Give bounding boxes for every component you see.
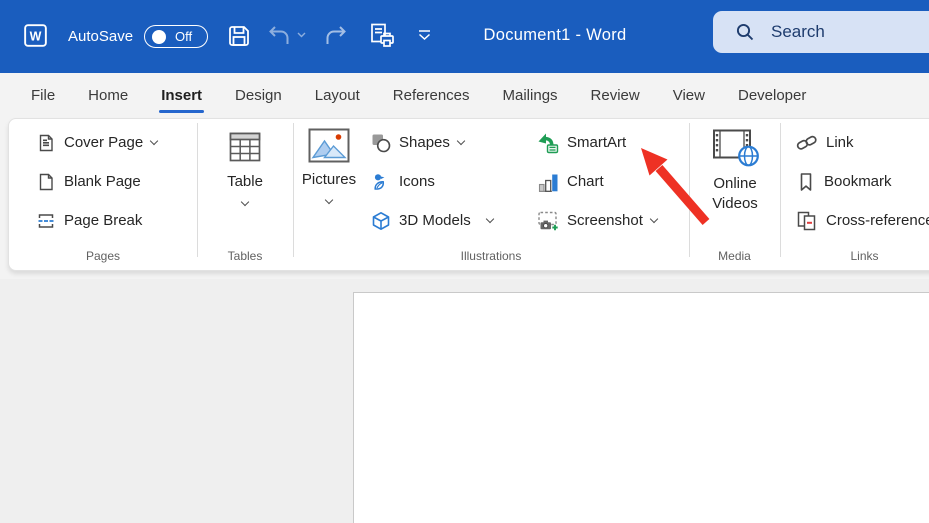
- online-videos-icon: [710, 126, 760, 168]
- undo-button[interactable]: [267, 25, 291, 47]
- tab-developer[interactable]: Developer: [738, 87, 806, 104]
- table-button[interactable]: Table: [197, 119, 293, 205]
- table-icon: [226, 128, 264, 166]
- shapes-button[interactable]: Shapes: [371, 123, 537, 162]
- tab-file[interactable]: File: [31, 87, 55, 104]
- chevron-down-icon: [650, 214, 658, 222]
- chevron-down-icon: [150, 136, 158, 144]
- shapes-label: Shapes: [399, 134, 450, 151]
- tab-layout[interactable]: Layout: [315, 87, 360, 104]
- redo-button[interactable]: [324, 25, 348, 47]
- word-app-icon: W: [24, 24, 47, 47]
- screenshot-icon: [537, 210, 559, 232]
- 3d-models-icon: [371, 211, 391, 231]
- cover-page-button[interactable]: Cover Page: [36, 123, 197, 162]
- group-links: Link Bookmark Cross-reference Links: [780, 119, 929, 270]
- search-box[interactable]: [713, 11, 929, 53]
- icons-icon: [371, 172, 391, 192]
- link-button[interactable]: Link: [796, 123, 929, 162]
- screenshot-label: Screenshot: [567, 212, 643, 229]
- tab-insert[interactable]: Insert: [161, 87, 202, 104]
- group-label-links: Links: [780, 249, 929, 263]
- autosave-label: AutoSave: [68, 28, 133, 45]
- screenshot-button[interactable]: Screenshot: [537, 201, 689, 240]
- blank-page-button[interactable]: Blank Page: [36, 162, 197, 201]
- cross-reference-label: Cross-reference: [826, 212, 929, 229]
- icons-button[interactable]: Icons: [371, 162, 537, 201]
- toggle-knob: [152, 30, 166, 44]
- pictures-icon: [308, 128, 350, 164]
- print-preview-button[interactable]: [368, 22, 396, 50]
- cover-page-label: Cover Page: [64, 134, 143, 151]
- link-icon: [796, 132, 818, 154]
- undo-dropdown-chevron[interactable]: [297, 32, 306, 38]
- shapes-icon: [371, 133, 391, 153]
- table-label: Table: [227, 172, 263, 192]
- save-button[interactable]: [226, 23, 252, 49]
- online-videos-button[interactable]: Online Videos: [697, 119, 773, 214]
- chevron-down-icon: [457, 136, 465, 144]
- bookmark-button[interactable]: Bookmark: [796, 162, 929, 201]
- ribbon-tab-row: File Home Insert Design Layout Reference…: [0, 73, 929, 118]
- svg-text:W: W: [30, 29, 42, 43]
- cross-reference-icon: [796, 210, 818, 232]
- tab-references[interactable]: References: [393, 87, 470, 104]
- page-break-button[interactable]: Page Break: [36, 201, 197, 240]
- chevron-down-icon: [325, 196, 333, 204]
- smartart-label: SmartArt: [567, 134, 626, 151]
- document-canvas-area: [0, 279, 929, 523]
- bookmark-icon: [796, 172, 816, 192]
- tab-mailings[interactable]: Mailings: [503, 87, 558, 104]
- autosave-toggle[interactable]: Off: [144, 25, 208, 48]
- pictures-label: Pictures: [302, 170, 356, 190]
- 3d-models-label: 3D Models: [399, 212, 471, 229]
- pictures-button[interactable]: Pictures: [296, 119, 362, 203]
- document-page[interactable]: [353, 292, 929, 523]
- 3d-models-button[interactable]: 3D Models: [371, 201, 537, 240]
- group-pages: Cover Page Blank Page Page Break Pages: [9, 119, 197, 270]
- icons-label: Icons: [399, 173, 435, 190]
- link-label: Link: [826, 134, 854, 151]
- tab-home[interactable]: Home: [88, 87, 128, 104]
- group-label-illustrations: Illustrations: [293, 249, 689, 263]
- online-videos-label: Online Videos: [697, 174, 773, 214]
- bookmark-label: Bookmark: [824, 173, 892, 190]
- title-bar: W AutoSave Off Document1 - Word: [0, 0, 929, 73]
- group-media: Online Videos Media: [689, 119, 780, 270]
- group-label-tables: Tables: [197, 249, 293, 263]
- blank-page-icon: [36, 172, 56, 192]
- group-illustrations: Pictures Shapes Icons: [293, 119, 689, 270]
- toggle-state-label: Off: [175, 29, 192, 44]
- group-tables: Table Tables: [197, 119, 293, 270]
- search-icon: [735, 22, 755, 42]
- tab-design[interactable]: Design: [235, 87, 282, 104]
- tab-view[interactable]: View: [673, 87, 705, 104]
- page-break-icon: [36, 211, 56, 231]
- smartart-button[interactable]: SmartArt: [537, 123, 689, 162]
- cover-page-icon: [36, 133, 56, 153]
- page-break-label: Page Break: [64, 212, 142, 229]
- chart-label: Chart: [567, 173, 604, 190]
- ribbon-panel: Cover Page Blank Page Page Break Pages: [8, 118, 929, 271]
- search-input[interactable]: [771, 22, 891, 42]
- chart-icon: [537, 171, 559, 193]
- chevron-down-icon: [485, 214, 493, 222]
- chart-button[interactable]: Chart: [537, 162, 689, 201]
- cross-reference-button[interactable]: Cross-reference: [796, 201, 929, 240]
- group-label-pages: Pages: [9, 249, 197, 263]
- blank-page-label: Blank Page: [64, 173, 141, 190]
- smartart-icon: [537, 132, 559, 154]
- tab-review[interactable]: Review: [591, 87, 640, 104]
- document-title: Document1 - Word: [400, 26, 710, 45]
- group-label-media: Media: [689, 249, 780, 263]
- chevron-down-icon: [241, 198, 249, 206]
- word-window: W AutoSave Off Document1 - Word: [0, 0, 929, 523]
